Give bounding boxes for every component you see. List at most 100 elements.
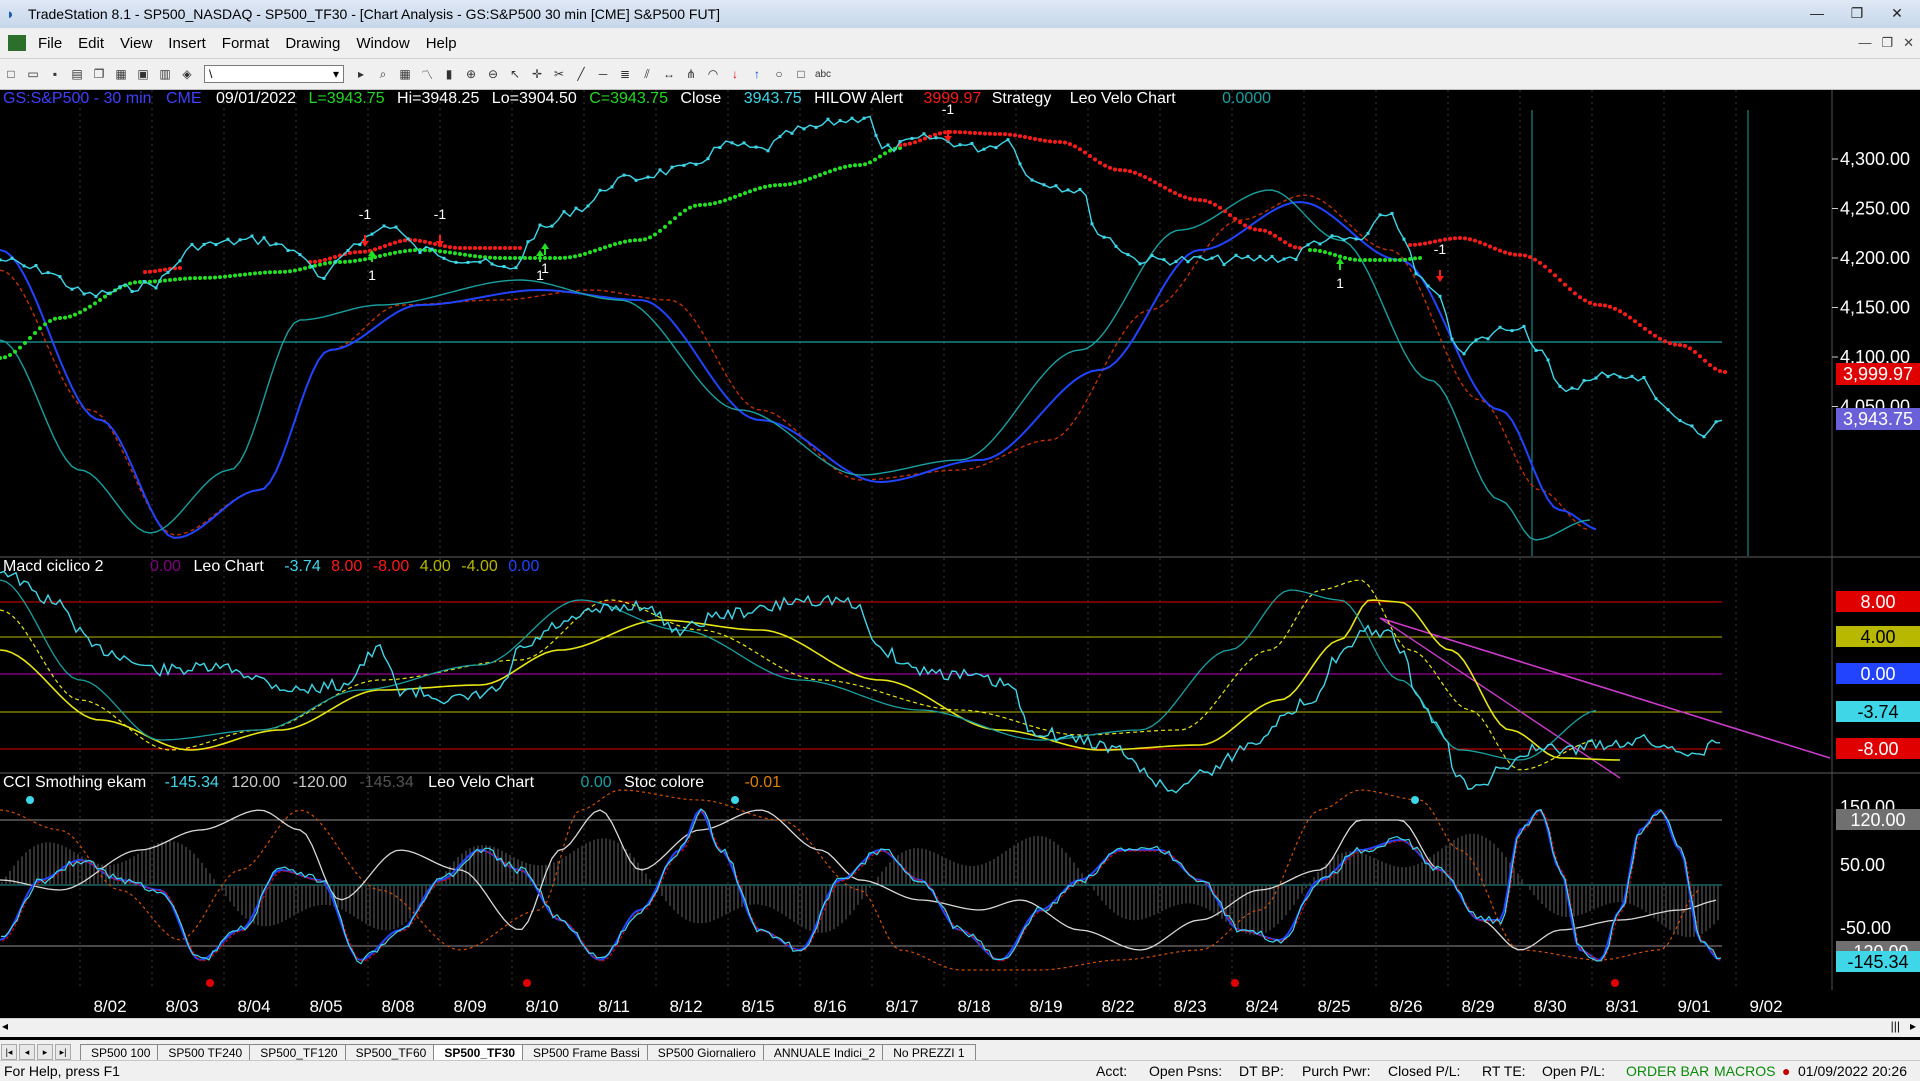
scroll-thumb-icon[interactable]: |||: [1891, 1019, 1900, 1033]
minimize-button[interactable]: —: [1798, 2, 1836, 24]
ma-green-dot: [583, 251, 587, 256]
save-icon[interactable]: ▪: [47, 66, 63, 82]
ma-red-dot: [153, 269, 157, 274]
ellipse-icon[interactable]: ○: [771, 66, 787, 82]
price-dot: [0, 258, 2, 262]
tab-next-icon[interactable]: ▸: [37, 1044, 53, 1060]
arrow-double-icon[interactable]: ↔: [661, 66, 677, 82]
menu-view[interactable]: View: [112, 35, 160, 52]
ma-red-dot: [323, 257, 327, 262]
format-icon[interactable]: ▣: [135, 66, 151, 82]
x-tick-label: 8/23: [1173, 997, 1206, 1016]
macd-title[interactable]: Macd ciclico 2: [3, 558, 103, 575]
pointer-icon[interactable]: ↖: [507, 66, 523, 82]
arrow-up-icon[interactable]: ↑: [749, 66, 765, 82]
tab-sp500-giornaliero[interactable]: SP500 Giornaliero: [646, 1044, 767, 1060]
ma-green-dot: [1383, 258, 1387, 262]
open-icon[interactable]: ▭: [25, 66, 41, 82]
copy-icon[interactable]: ❐: [91, 66, 107, 82]
price-dot: [862, 116, 866, 120]
rectangle-icon[interactable]: □: [793, 66, 809, 82]
menu-window[interactable]: Window: [348, 35, 417, 52]
drawing-tool-combo[interactable]: \ ▾: [204, 65, 344, 83]
doc-restore-icon[interactable]: ❐: [1881, 35, 1893, 51]
ma-red-dot: [1498, 248, 1502, 253]
maximize-button[interactable]: ❐: [1838, 2, 1876, 24]
crosshair-icon[interactable]: ✛: [529, 66, 545, 82]
trendline-icon[interactable]: ╱: [573, 66, 589, 82]
ma-green-dot: [588, 250, 592, 255]
tab-no-prezzi[interactable]: No PREZZI 1: [882, 1044, 976, 1060]
line-chart-icon[interactable]: 〽: [419, 66, 435, 82]
macd-line: [0, 570, 1721, 794]
ma-red-dot: [923, 136, 927, 141]
indicator-icon[interactable]: ▥: [157, 66, 173, 82]
ma-red-dot: [1663, 339, 1667, 344]
pitchfork-icon[interactable]: ⋔: [683, 66, 699, 82]
menu-file[interactable]: File: [30, 35, 70, 52]
close-button[interactable]: ✕: [1878, 2, 1916, 24]
scroll-right-icon[interactable]: ▸: [1910, 1019, 1916, 1033]
menu-drawing[interactable]: Drawing: [277, 35, 348, 52]
ma-green-dot: [818, 173, 822, 177]
ma-red-dot: [1053, 139, 1057, 144]
tab-last-icon[interactable]: ▸|: [55, 1044, 71, 1060]
ma-red-dot: [1523, 253, 1527, 258]
tab-sp500-tf120[interactable]: SP500_TF120: [249, 1044, 349, 1060]
ma-green-dot: [173, 277, 177, 282]
macd-panel-header: Macd ciclico 2 0.00 Leo Chart -3.74 8.00…: [3, 558, 539, 576]
tab-sp500-frame-bassi[interactable]: SP500 Frame Bassi: [522, 1044, 651, 1060]
x-tick-label: 8/26: [1389, 997, 1422, 1016]
ma-green-dot: [743, 191, 747, 196]
tab-sp500-tf30[interactable]: SP500_TF30: [433, 1044, 527, 1060]
tab-prev-icon[interactable]: ◂: [19, 1044, 35, 1060]
zoom-icon[interactable]: ⌕: [375, 66, 391, 82]
text-icon[interactable]: abc: [815, 66, 831, 82]
chart-area[interactable]: 8/02 8/03 8/04 8/05 8/08 8/09 8/10 8/11 8/12 8/15…: [0, 90, 1920, 1024]
x-tick-label: 8/02: [93, 997, 126, 1016]
strategy-icon[interactable]: ◈: [179, 66, 195, 82]
zoom-in-icon[interactable]: ⊕: [463, 66, 479, 82]
bar-chart-icon[interactable]: ▦: [397, 66, 413, 82]
cci-dot: [26, 796, 34, 804]
tab-sp500-tf240[interactable]: SP500 TF240: [157, 1044, 254, 1060]
ma-red-dot: [1688, 346, 1692, 351]
tab-annuale-indici[interactable]: ANNUALE Indici_2: [762, 1044, 887, 1060]
scroll-left-icon[interactable]: ◂: [2, 1019, 8, 1033]
order-bar-button[interactable]: ORDER BAR: [1626, 1063, 1709, 1079]
horizontal-line-icon[interactable]: ─: [595, 66, 611, 82]
arrow-down-icon[interactable]: ↓: [727, 66, 743, 82]
arc-icon[interactable]: ◠: [705, 66, 721, 82]
tab-sp500-tf60[interactable]: SP500_TF60: [344, 1044, 438, 1060]
paste-icon[interactable]: ▦: [113, 66, 129, 82]
tab-sp500-100[interactable]: SP500 100: [80, 1044, 162, 1060]
candle-icon[interactable]: ▮: [441, 66, 457, 82]
ma-green-dot: [233, 273, 237, 278]
play-icon[interactable]: ▸: [353, 66, 369, 82]
menu-help[interactable]: Help: [418, 35, 465, 52]
horizontal-scrollbar[interactable]: ◂ ||| ▸: [0, 1018, 1920, 1037]
menu-edit[interactable]: Edit: [70, 35, 112, 52]
macros-button[interactable]: MACROS: [1714, 1063, 1775, 1079]
menu-format[interactable]: Format: [214, 35, 278, 52]
menu-insert[interactable]: Insert: [160, 35, 214, 52]
tab-first-icon[interactable]: |◂: [1, 1044, 17, 1060]
zoom-out-icon[interactable]: ⊖: [485, 66, 501, 82]
ma-red-dot: [1638, 323, 1642, 327]
chart-document-icon[interactable]: [8, 35, 26, 51]
ma-red-dot: [1428, 240, 1432, 245]
new-icon[interactable]: □: [3, 66, 19, 82]
fibonacci-icon[interactable]: ≣: [617, 66, 633, 82]
ma-red-dot: [1203, 198, 1207, 203]
doc-close-icon[interactable]: ✕: [1903, 35, 1914, 51]
ma-red-dot: [1703, 358, 1707, 363]
ma-red-dot: [903, 142, 907, 147]
cci-title[interactable]: CCI Smothing ekam: [3, 774, 146, 791]
channel-icon[interactable]: ⫽: [639, 66, 655, 82]
doc-minimize-icon[interactable]: —: [1858, 35, 1871, 51]
print-icon[interactable]: ▤: [69, 66, 85, 82]
tools-icon[interactable]: ✂: [551, 66, 567, 82]
ma-red-dot: [1123, 168, 1127, 173]
ma-green-dot: [363, 257, 367, 262]
symbol-label[interactable]: GS:S&P500 - 30 min: [3, 90, 152, 107]
